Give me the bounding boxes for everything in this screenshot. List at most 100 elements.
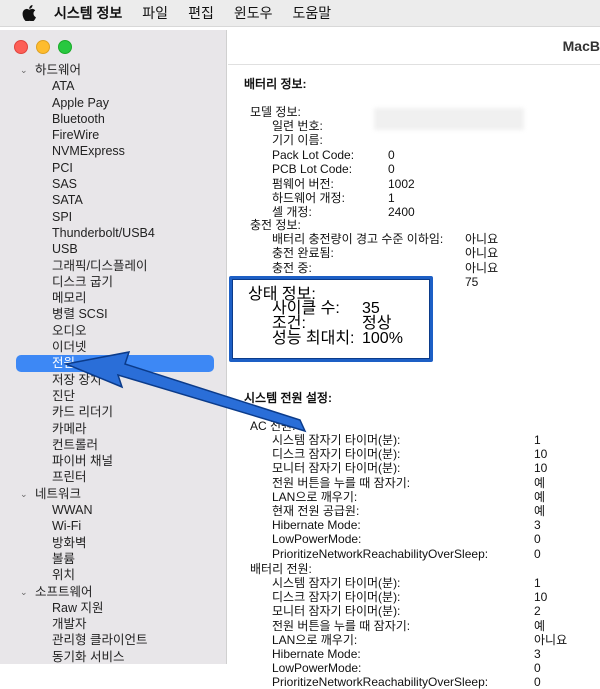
chevron-down-icon[interactable]: ⌄ (20, 584, 30, 600)
sidebar-item[interactable]: 진단 (0, 388, 226, 404)
sidebar-item[interactable]: SPI (0, 209, 226, 225)
info-value: 아니요 (534, 632, 568, 647)
chevron-down-icon[interactable]: ⌄ (20, 486, 30, 502)
info-value: 0 (534, 675, 541, 689)
sidebar-item[interactable]: 카메라 (0, 421, 226, 437)
info-value: 35 (362, 300, 380, 317)
info-value: 1002 (388, 176, 415, 191)
info-key: 디스크 잠자기 타이머(분): (272, 590, 401, 605)
sidebar-item[interactable]: 병렬 SCSI (0, 306, 226, 322)
sidebar-item[interactable]: 그래픽/디스플레이 (0, 258, 226, 274)
sidebar-tree: ⌄ 하드웨어 ATA Apple Pay Bluetooth FireWire NVMExp… (0, 62, 226, 664)
sidebar-item[interactable]: 디스크 굽기 (0, 274, 226, 290)
info-key: 시스템 잠자기 타이머(분): (272, 576, 401, 590)
info-value: 1 (534, 576, 541, 590)
sidebar-item[interactable]: WWAN (0, 502, 226, 518)
sidebar-item[interactable]: 컨트롤러 (0, 437, 226, 453)
info-key: 전원 버튼을 누를 때 잠자기: (272, 618, 411, 633)
redacted-area (374, 108, 524, 130)
info-value: 3 (534, 647, 541, 661)
sidebar-item[interactable]: 프린터 (0, 469, 226, 485)
sidebar-item[interactable]: SAS (0, 176, 226, 192)
window-title: MacB (562, 38, 600, 54)
sidebar-group[interactable]: ⌄ 소프트웨어 (0, 584, 226, 600)
chevron-down-icon[interactable]: ⌄ (20, 62, 30, 78)
info-value: 정상 (362, 314, 392, 332)
info-key: 기기 이름: (272, 133, 323, 148)
zoom-button[interactable] (58, 40, 72, 54)
group-label-battery-power: 배터리 전원: (250, 562, 312, 576)
sidebar-item[interactable]: USB (0, 241, 226, 257)
sidebar-item[interactable]: 동기화 서비스 (0, 649, 226, 664)
sidebar-item[interactable]: 관리형 클라이언트 (0, 632, 226, 648)
title-bar: MacB (228, 30, 600, 65)
info-key: Hibernate Mode: (272, 518, 361, 533)
menu-bar: 시스템 정보 파일 편집 윈도우 도움말 (0, 0, 600, 27)
info-value: 2 (534, 604, 541, 619)
info-key: 디스크 잠자기 타이머(분): (272, 447, 401, 462)
minimize-button[interactable] (36, 40, 50, 54)
sidebar-item[interactable]: 카드 리더기 (0, 404, 226, 420)
info-value: 아니요 (465, 246, 499, 261)
sidebar-item[interactable]: 저장 장치 (0, 372, 226, 388)
sidebar-item[interactable]: 메모리 (0, 290, 226, 306)
menu-edit[interactable]: 편집 (188, 3, 214, 23)
info-value: 아니요 (465, 260, 499, 275)
window-controls (14, 40, 72, 54)
sidebar-item[interactable]: Wi-Fi (0, 518, 226, 534)
info-value: 예 (534, 618, 546, 633)
info-value: 100% (362, 329, 403, 347)
info-key: LAN으로 깨우기: (272, 489, 358, 504)
sidebar-item[interactable]: FireWire (0, 127, 226, 143)
info-value: 2400 (388, 205, 415, 220)
info-value: 예 (534, 475, 546, 490)
sidebar-group-label: 네트워크 (35, 486, 82, 501)
sidebar-item[interactable]: 방화벽 (0, 535, 226, 551)
info-key: 시스템 잠자기 타이머(분): (272, 433, 401, 447)
sidebar-item[interactable]: 위치 (0, 567, 226, 583)
info-key: 모니터 잠자기 타이머(분): (272, 604, 401, 619)
info-key: 배터리 충전량이 경고 수준 이하임: (272, 232, 444, 246)
sidebar-item[interactable]: SATA (0, 192, 226, 208)
sidebar-item[interactable]: PCI (0, 160, 226, 176)
menu-help[interactable]: 도움말 (292, 3, 331, 23)
info-value: 0 (388, 162, 395, 177)
info-value: 1 (388, 191, 395, 205)
sidebar-item[interactable]: 이더넷 (0, 339, 226, 355)
info-value: 0 (534, 661, 541, 676)
info-key: 모니터 잠자기 타이머(분): (272, 461, 401, 476)
info-value: 10 (534, 590, 548, 605)
sidebar-group-label: 하드웨어 (35, 63, 82, 77)
apple-logo-icon[interactable] (22, 5, 36, 21)
sidebar-item[interactable]: 볼륨 (0, 551, 226, 567)
sidebar-item[interactable]: Bluetooth (0, 111, 226, 127)
menu-file[interactable]: 파일 (142, 3, 168, 23)
group-label-charge: 충전 정보: (250, 218, 301, 232)
annotation-highlight-box: 상태 정보: 사이클 수: 35 조건: 정상 성능 최대치: 100% (229, 276, 433, 362)
sidebar-item[interactable]: 파이버 채널 (0, 453, 226, 469)
sidebar-item[interactable]: 개발자 (0, 616, 226, 632)
info-key: 성능 최대치: (272, 329, 355, 347)
info-key: 충전 중: (272, 260, 312, 275)
sidebar-group[interactable]: ⌄ 네트워크 (0, 486, 226, 502)
info-value: 0 (534, 532, 541, 547)
sidebar-item[interactable]: Thunderbolt/USB4 (0, 225, 226, 241)
sidebar-item[interactable]: Apple Pay (0, 95, 226, 111)
info-value: 10 (534, 447, 548, 462)
info-key: 전원 버튼을 누를 때 잠자기: (272, 475, 411, 490)
info-value: 0 (534, 546, 541, 561)
info-key: LAN으로 깨우기: (272, 632, 358, 647)
info-key: PCB Lot Code: (272, 162, 353, 177)
section-title-battery: 배터리 정보: (244, 77, 307, 91)
sidebar-item[interactable]: NVMExpress (0, 143, 226, 159)
sidebar-item[interactable]: Raw 지원 (0, 600, 226, 616)
group-label-ac: AC 전원: (250, 419, 296, 433)
sidebar-group[interactable]: ⌄ 하드웨어 (0, 62, 226, 78)
sidebar-item[interactable]: 오디오 (0, 323, 226, 339)
menu-app-name[interactable]: 시스템 정보 (54, 3, 122, 23)
sidebar-item[interactable]: ATA (0, 78, 226, 94)
menu-window[interactable]: 윈도우 (234, 3, 273, 23)
info-key: 하드웨어 개정: (272, 191, 345, 205)
sidebar-item[interactable]: 전원 (16, 355, 214, 372)
close-button[interactable] (14, 40, 28, 54)
